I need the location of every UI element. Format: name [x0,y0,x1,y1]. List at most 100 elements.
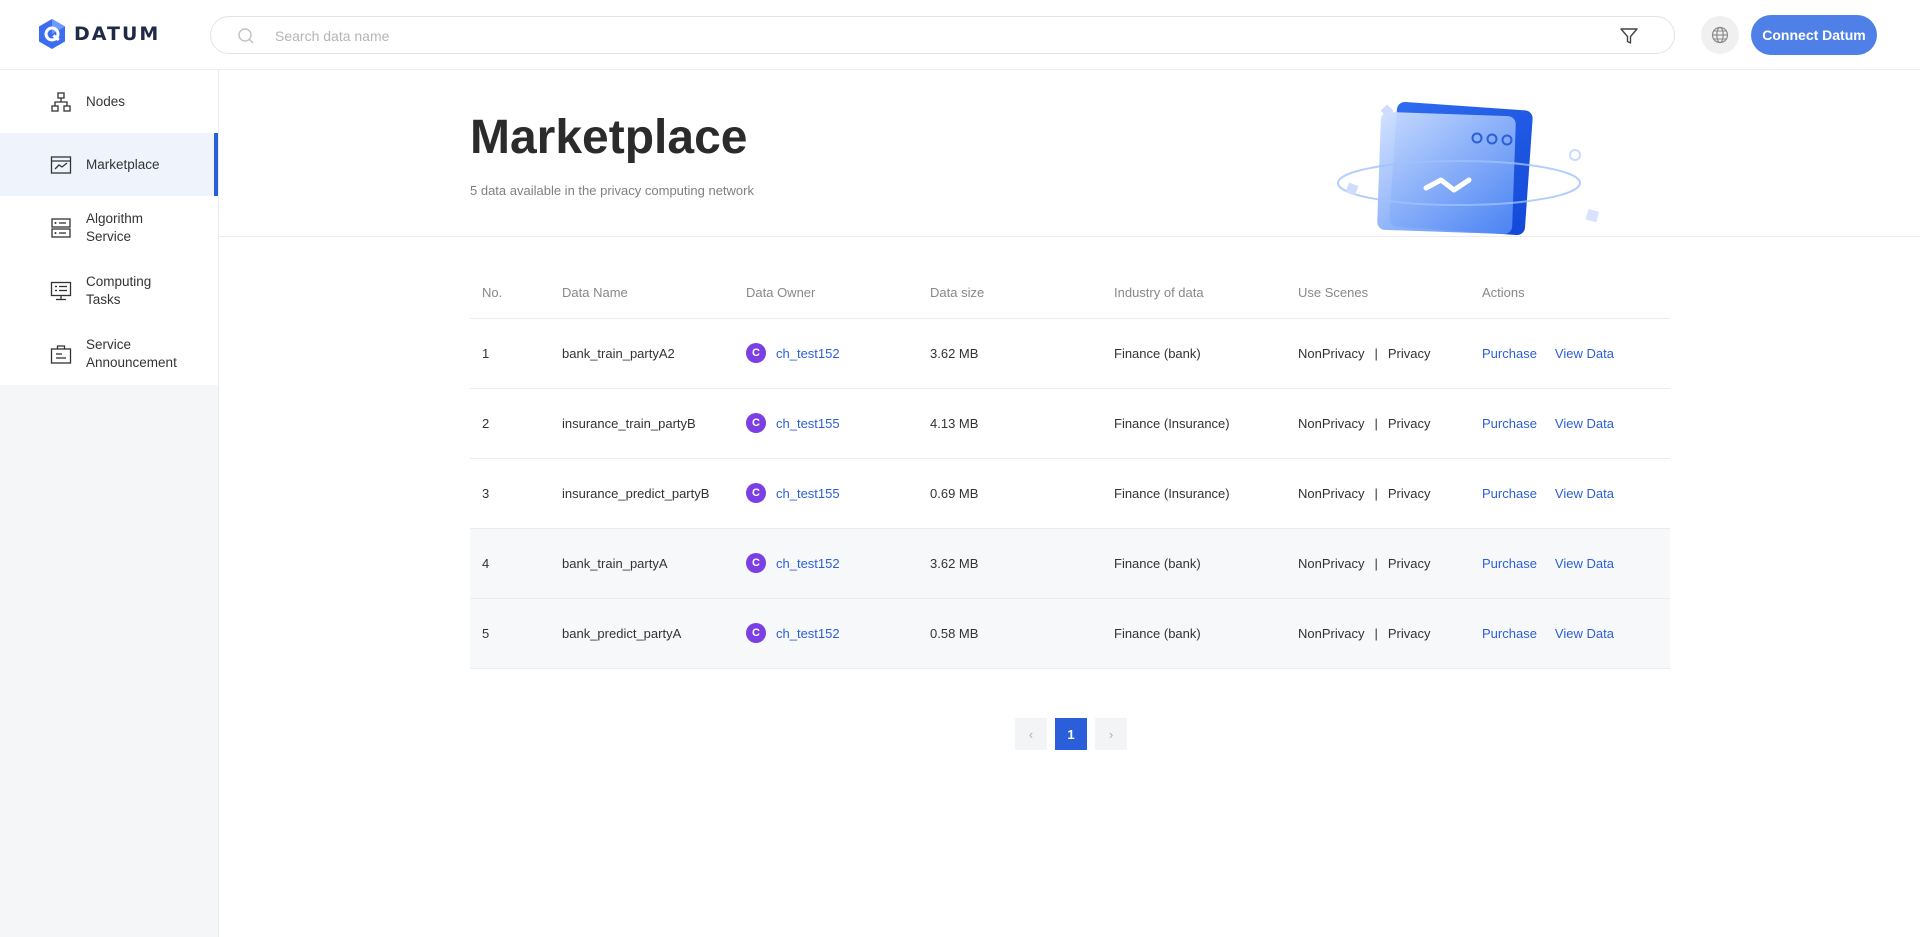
purchase-link[interactable]: Purchase [1482,416,1537,431]
sidebar-item-nodes[interactable]: Nodes [0,70,218,133]
view-data-link[interactable]: View Data [1555,556,1614,571]
pagination: ‹ 1 › [1015,718,1127,750]
scene-nonprivacy: NonPrivacy [1298,485,1365,501]
owner-link[interactable]: ch_test152 [776,346,840,361]
table-row: 4 bank_train_partyA Cch_test152 3.62 MB … [470,528,1670,599]
table-row: 1 bank_train_partyA2 Cch_test152 3.62 MB… [470,318,1670,389]
owner-link[interactable]: ch_test152 [776,556,840,571]
sidebar-item-label: Service Announcement [86,336,177,370]
column-header: Use Scenes [1286,268,1470,319]
column-header: No. [470,268,550,319]
owner-cell: Cch_test155 [734,458,918,529]
filter-icon[interactable] [1619,26,1639,46]
use-scenes-cell: NonPrivacy | Privacy [1286,598,1470,669]
data-name-cell: bank_train_partyA [550,528,734,599]
use-scenes-cell: NonPrivacy | Privacy [1286,318,1470,389]
row-number: 1 [470,318,550,389]
monitor-icon [50,281,72,300]
sidebar-item-service-announcement[interactable]: Service Announcement [0,322,218,385]
language-button[interactable] [1701,16,1739,54]
scene-privacy: Privacy [1387,345,1431,361]
purchase-link[interactable]: Purchase [1482,486,1537,501]
avatar: C [746,623,766,643]
page-subtitle: 5 data available in the privacy computin… [470,183,754,198]
sidebar-item-marketplace[interactable]: Marketplace [0,133,218,196]
sidebar-item-label: Computing Tasks [86,273,152,307]
sidebar-item-algorithm-service[interactable]: Algorithm Service [0,196,218,259]
connect-datum-button[interactable]: Connect Datum [1751,15,1877,55]
purchase-link[interactable]: Purchase [1482,346,1537,361]
size-cell: 0.58 MB [918,598,1102,669]
actions-cell: Purchase View Data [1470,388,1670,459]
view-data-link[interactable]: View Data [1555,486,1614,501]
industry-cell: Finance (bank) [1102,318,1286,389]
scene-separator: | [1374,555,1378,571]
data-name-cell: bank_predict_partyA [550,598,734,669]
data-name-cell: bank_train_partyA2 [550,318,734,389]
next-page-button[interactable]: › [1095,718,1127,750]
owner-cell: Cch_test152 [734,528,918,599]
owner-link[interactable]: ch_test155 [776,416,840,431]
sidebar-item-label: Marketplace [86,156,160,172]
scene-privacy: Privacy [1387,625,1431,641]
table-row: 3 insurance_predict_partyB Cch_test155 0… [470,458,1670,529]
size-cell: 4.13 MB [918,388,1102,459]
logo-text: DATUM [74,23,161,45]
scene-nonprivacy: NonPrivacy [1298,345,1365,361]
prev-page-button[interactable]: ‹ [1015,718,1047,750]
owner-cell: Cch_test155 [734,388,918,459]
server-icon [51,217,71,238]
avatar: C [746,413,766,433]
marketplace-illustration [1337,101,1600,235]
scene-separator: | [1374,345,1378,361]
scene-privacy: Privacy [1387,555,1431,571]
search-input[interactable] [275,25,1575,47]
briefcase-icon [50,344,72,364]
nodes-icon [51,91,71,112]
scene-separator: | [1374,485,1378,501]
scene-nonprivacy: NonPrivacy [1298,415,1365,431]
size-cell: 3.62 MB [918,318,1102,389]
scene-nonprivacy: NonPrivacy [1298,555,1365,571]
scene-nonprivacy: NonPrivacy [1298,625,1365,641]
view-data-link[interactable]: View Data [1555,346,1614,361]
view-data-link[interactable]: View Data [1555,416,1614,431]
actions-cell: Purchase View Data [1470,528,1670,599]
data-table: No. Data Name Data Owner Data size Indus… [470,268,1670,669]
sidebar-item-label: Nodes [86,93,126,109]
actions-cell: Purchase View Data [1470,458,1670,529]
row-number: 5 [470,598,550,669]
owner-link[interactable]: ch_test155 [776,486,840,501]
scene-privacy: Privacy [1387,485,1431,501]
top-header: DATUM Connect Datum [0,0,1920,70]
table-row: 5 bank_predict_partyA Cch_test152 0.58 M… [470,598,1670,669]
search-icon [238,28,254,44]
marketplace-icon [50,155,72,174]
industry-cell: Finance (Insurance) [1102,388,1286,459]
purchase-link[interactable]: Purchase [1482,626,1537,641]
page-number-button[interactable]: 1 [1055,718,1087,750]
use-scenes-cell: NonPrivacy | Privacy [1286,458,1470,529]
industry-cell: Finance (Insurance) [1102,458,1286,529]
search-bar [210,16,1675,54]
column-header: Industry of data [1102,268,1286,319]
table-row: 2 insurance_train_partyB Cch_test155 4.1… [470,388,1670,459]
owner-link[interactable]: ch_test152 [776,626,840,641]
column-header: Data Name [550,268,734,319]
owner-cell: Cch_test152 [734,598,918,669]
main-content: Marketplace 5 data available in the priv… [219,70,1920,937]
sidebar-nav: Nodes Marketplace Algorithm Service Comp… [0,70,218,385]
page-hero: Marketplace 5 data available in the priv… [219,70,1920,237]
sidebar-item-computing-tasks[interactable]: Computing Tasks [0,259,218,322]
size-cell: 3.62 MB [918,528,1102,599]
view-data-link[interactable]: View Data [1555,626,1614,641]
table-header-row: No. Data Name Data Owner Data size Indus… [470,268,1670,319]
datum-logo[interactable]: DATUM [38,18,160,50]
column-header: Actions [1470,268,1670,319]
row-number: 3 [470,458,550,529]
use-scenes-cell: NonPrivacy | Privacy [1286,388,1470,459]
sidebar-item-label: Algorithm Service [86,210,144,244]
purchase-link[interactable]: Purchase [1482,556,1537,571]
page-title: Marketplace [470,111,748,164]
row-number: 2 [470,388,550,459]
